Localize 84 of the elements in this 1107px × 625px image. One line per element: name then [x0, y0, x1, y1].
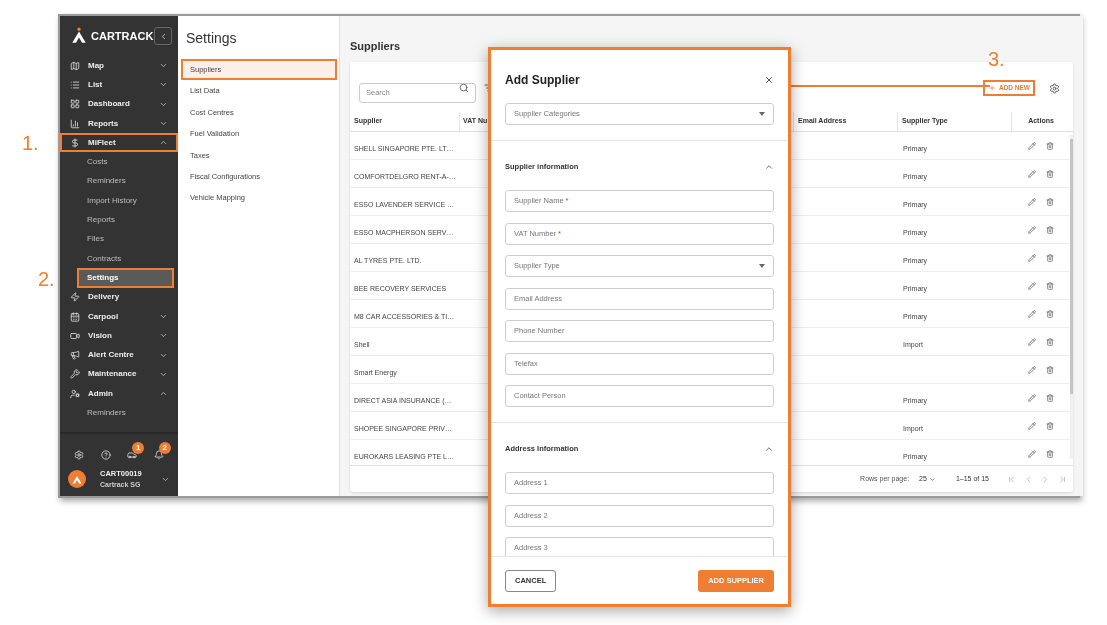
collapse-button[interactable] — [154, 27, 172, 45]
nav-subitem[interactable]: Reminders — [77, 403, 174, 423]
delete-icon[interactable] — [1046, 421, 1054, 430]
chevron-up-icon — [764, 162, 774, 172]
delete-icon[interactable] — [1046, 337, 1054, 346]
help-icon — [100, 450, 111, 461]
delete-icon[interactable] — [1046, 197, 1054, 206]
nav-item[interactable]: Delivery — [60, 287, 178, 307]
nav-subitem[interactable]: Reminders — [77, 171, 174, 192]
first-page-icon[interactable] — [1007, 474, 1016, 484]
delete-icon[interactable] — [1046, 365, 1054, 374]
nav-subitem[interactable]: Settings — [77, 268, 174, 288]
settings-icon[interactable] — [1049, 82, 1060, 94]
nav-item[interactable]: Map — [60, 56, 178, 76]
list-icon — [70, 79, 80, 90]
edit-icon[interactable] — [1028, 421, 1036, 430]
delete-icon[interactable] — [1046, 393, 1054, 402]
dollar-icon — [70, 137, 80, 148]
notification-badge: 1 — [132, 442, 145, 455]
nav-subitem[interactable]: Import History — [77, 191, 174, 211]
nav-item[interactable]: Dashboard — [60, 94, 178, 114]
nav-subitem[interactable]: Files — [77, 229, 174, 249]
nav-subitem[interactable]: Costs — [77, 152, 174, 172]
edit-icon[interactable] — [1028, 337, 1036, 346]
plus-icon — [987, 84, 996, 92]
page-title: Suppliers — [350, 40, 401, 52]
delete-icon[interactable] — [1046, 449, 1054, 458]
edit-icon[interactable] — [1028, 365, 1036, 374]
close-icon[interactable] — [764, 75, 774, 85]
search-icon[interactable] — [459, 83, 469, 93]
bell-icon — [153, 450, 164, 461]
car-icon — [127, 450, 138, 461]
delete-icon[interactable] — [1046, 169, 1054, 178]
edit-icon[interactable] — [1028, 449, 1036, 458]
nav-subitem[interactable]: Contracts — [77, 248, 174, 269]
delete-icon[interactable] — [1046, 309, 1054, 318]
nav-item[interactable]: List — [60, 75, 178, 95]
lightning-icon — [70, 292, 80, 303]
delete-icon[interactable] — [1046, 253, 1054, 262]
notification-badge: 2 — [158, 442, 171, 455]
nav-item[interactable]: MiFleet — [60, 133, 178, 153]
edit-icon[interactable] — [1028, 393, 1036, 402]
bar-chart-icon — [70, 118, 80, 129]
megaphone-icon — [70, 350, 80, 361]
edit-icon[interactable] — [1028, 281, 1036, 290]
nav-item[interactable]: Carpool — [60, 306, 178, 327]
grid-icon — [70, 99, 80, 110]
nav-item[interactable]: Admin — [60, 384, 178, 404]
nav-item[interactable]: Vision — [60, 326, 178, 346]
nav-item[interactable]: Reports — [60, 113, 178, 134]
nav-subitem[interactable]: Reports — [77, 210, 174, 230]
logo-icon — [70, 27, 88, 45]
chevron-down-icon — [159, 312, 168, 321]
edit-icon[interactable] — [1028, 225, 1036, 234]
caret-icon — [759, 112, 765, 116]
delete-icon[interactable] — [1046, 281, 1054, 290]
edit-icon[interactable] — [1028, 169, 1036, 178]
calendar-icon — [70, 311, 80, 322]
step-number: 1. — [22, 131, 39, 156]
brand-name: CARTRACK — [91, 28, 154, 44]
settings-icon — [74, 450, 85, 461]
dialog-title: Add Supplier — [505, 72, 581, 89]
step-number: 3. — [988, 47, 1005, 72]
video-icon — [70, 330, 80, 341]
panel-title: Settings — [185, 29, 238, 48]
tools-icon — [70, 369, 80, 380]
caret-icon — [928, 475, 936, 483]
caret-icon — [759, 264, 765, 268]
edit-icon[interactable] — [1028, 197, 1036, 206]
previous-page-icon[interactable] — [1024, 474, 1033, 484]
edit-icon[interactable] — [1028, 141, 1036, 150]
last-page-icon[interactable] — [1058, 474, 1067, 484]
next-page-icon[interactable] — [1041, 474, 1050, 484]
map-icon — [70, 60, 80, 71]
delete-icon[interactable] — [1046, 225, 1054, 234]
edit-icon[interactable] — [1028, 253, 1036, 262]
delete-icon[interactable] — [1046, 141, 1054, 150]
edit-icon[interactable] — [1028, 309, 1036, 318]
nav-item[interactable]: Maintenance — [60, 364, 178, 385]
step-number: 2. — [38, 267, 55, 292]
nav-item[interactable]: Alert Centre — [60, 345, 178, 365]
user-gear-icon — [70, 388, 80, 399]
chevron-up-icon — [764, 444, 774, 454]
scrollbar[interactable] — [1070, 135, 1073, 459]
